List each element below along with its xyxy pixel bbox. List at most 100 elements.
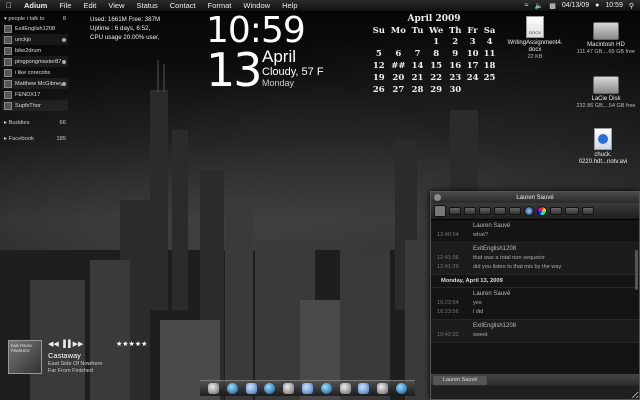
- emoticon-icon[interactable]: [494, 207, 506, 215]
- link-icon[interactable]: [509, 207, 521, 215]
- block-icon[interactable]: [449, 207, 461, 215]
- desktop-drive-macintosh-hd[interactable]: Macintosh HD 111.47 GB,...69 GB free: [575, 22, 637, 55]
- message-input[interactable]: [431, 386, 639, 399]
- finder-icon[interactable]: [207, 383, 219, 394]
- desktop-drive-lacie[interactable]: LaCie Disk 232.86 GB,...54 GB free: [575, 76, 637, 109]
- buddy-row[interactable]: unckjo: [2, 34, 68, 45]
- desktop-file-docx[interactable]: WritingAssignment4.docx 22 KB: [505, 16, 565, 60]
- menu-status[interactable]: Status: [131, 1, 164, 10]
- chat-tab[interactable]: Lauren Sauvé: [433, 376, 488, 385]
- spotlight-icon[interactable]: ⚲: [629, 2, 634, 10]
- message-line: 12:41:06 that was a total non sequetor: [431, 254, 639, 263]
- message-sender: Lauren Sauvé: [473, 223, 511, 229]
- mail-icon[interactable]: [245, 383, 257, 394]
- safari-icon[interactable]: [226, 383, 238, 394]
- menu-contact[interactable]: Contact: [164, 1, 202, 10]
- avatar: [4, 101, 12, 110]
- buddy-group-buddies[interactable]: ▸ Buddies 66: [2, 115, 68, 131]
- buddy-row[interactable]: SupfsThor: [2, 100, 68, 111]
- calendar-header: Su: [372, 26, 385, 36]
- chat-titlebar[interactable]: Lauren Sauvé: [431, 192, 639, 203]
- buddy-groups-collapsed: ▸ Buddies 66 ▸ Facebook 185: [2, 115, 68, 147]
- chat-scrollbar[interactable]: [635, 250, 638, 290]
- calendar-grid: Su Mo Tu We Th Fr Sa 1 2 3 4 5 6 7 8 9 1…: [370, 26, 498, 96]
- buddy-row[interactable]: Matthew McGibney: [2, 78, 68, 89]
- buddy-row[interactable]: ExitEnglish1208: [2, 23, 68, 34]
- user-icon[interactable]: ●: [595, 2, 599, 9]
- web-icon[interactable]: [524, 206, 534, 216]
- group-count: 185: [56, 136, 66, 142]
- itunes-icon[interactable]: [283, 383, 295, 394]
- calendar-day: 9: [452, 49, 459, 59]
- message-text: that was a total non sequetor: [473, 255, 545, 261]
- battery-icon[interactable]: ▩: [549, 2, 556, 10]
- album-art[interactable]: FAR FROM FINISHED: [8, 340, 42, 374]
- adium-icon[interactable]: [264, 383, 276, 394]
- avatar: [4, 46, 12, 55]
- menu-view[interactable]: View: [102, 1, 130, 10]
- calendar-day: 2: [452, 37, 459, 47]
- menu-format[interactable]: Format: [202, 1, 238, 10]
- buddy-row[interactable]: FENDX17: [2, 89, 68, 100]
- file-name: WritingAssignment4. docx: [507, 40, 563, 53]
- clock-date[interactable]: 04/13/09: [562, 2, 589, 9]
- calendar-header: Th: [448, 26, 462, 36]
- message-block: Lauren Sauvé 12:40:54 what?: [431, 220, 639, 243]
- wifi-icon[interactable]: ≈: [525, 2, 529, 9]
- menu-file[interactable]: File: [53, 1, 77, 10]
- message-timestamp: 12:40:54: [437, 232, 459, 238]
- app-icon[interactable]: [339, 383, 351, 394]
- message-line: 10:23:54 yes: [431, 299, 639, 308]
- group-label: Facebook: [8, 136, 34, 142]
- video-icon[interactable]: [582, 207, 594, 215]
- downloads-icon[interactable]: [377, 383, 389, 394]
- dock: [200, 380, 415, 396]
- app-icon[interactable]: [320, 383, 332, 394]
- message-block: ExitEnglish1208 10:42:32 sweet: [431, 320, 639, 343]
- calendar-day: [370, 36, 388, 48]
- system-stats: Used: 1661M Free: 387M Uptime : 6 days, …: [90, 15, 160, 42]
- chat-window-title: Lauren Sauvé: [516, 194, 554, 201]
- menu-bar:  Adium File Edit View Status Contact Fo…: [0, 0, 640, 12]
- calendar-day: 7: [414, 49, 421, 59]
- app-icon[interactable]: [301, 383, 313, 394]
- memory-stat: Used: 1661M Free: 387M: [90, 16, 161, 23]
- menu-window[interactable]: Window: [237, 1, 276, 10]
- desktop-file-avi[interactable]: chuck. 0220.hdt...notv.avi: [568, 128, 638, 166]
- buddy-row[interactable]: bike2drum: [2, 45, 68, 56]
- calendar-day: 19: [372, 73, 385, 83]
- buddy-name: bike2drum: [15, 47, 42, 54]
- message-timestamp: 10:23:54: [437, 300, 459, 306]
- close-icon[interactable]: [434, 194, 441, 201]
- track-artist: East Side Of Nowhere: [48, 361, 103, 367]
- color-picker-icon[interactable]: [537, 206, 547, 216]
- send-file-icon[interactable]: [479, 207, 491, 215]
- calendar-day: 21: [411, 73, 424, 83]
- info-icon[interactable]: [464, 207, 476, 215]
- apple-menu-icon[interactable]: : [0, 1, 18, 10]
- message-text: i did: [473, 309, 484, 315]
- font-icon[interactable]: [550, 207, 562, 215]
- buddy-row[interactable]: pingpongmaster87: [2, 56, 68, 67]
- contact-avatar[interactable]: [434, 205, 446, 217]
- buddy-name: i like corecobs: [15, 69, 51, 76]
- buddy-group-header[interactable]: ▾ people i talk to 8: [2, 15, 68, 23]
- log-icon[interactable]: [565, 207, 579, 215]
- buddy-row[interactable]: i like corecobs: [2, 67, 68, 78]
- message-timestamp: 10:23:56: [437, 309, 459, 315]
- rating-stars[interactable]: ★★★★★: [116, 340, 147, 348]
- trash-icon[interactable]: [396, 383, 408, 394]
- message-timestamp: 12:41:29: [437, 264, 459, 270]
- menu-adium[interactable]: Adium: [18, 1, 53, 10]
- buddy-group-facebook[interactable]: ▸ Facebook 185: [2, 131, 68, 147]
- volume-icon[interactable]: 🔈: [535, 2, 544, 10]
- clock-time[interactable]: 10:59: [605, 2, 623, 9]
- calendar-title: April 2009: [407, 14, 461, 24]
- playback-controls[interactable]: ◀◀ ▐▐ ▶▶: [48, 340, 83, 348]
- menu-edit[interactable]: Edit: [77, 1, 102, 10]
- chat-transcript[interactable]: Lauren Sauvé 12:40:54 what? ExitEnglish1…: [431, 220, 639, 374]
- clock-weekday: Monday: [262, 78, 295, 88]
- status-icon: [62, 81, 66, 86]
- menu-help[interactable]: Help: [276, 1, 303, 10]
- app-icon[interactable]: [358, 383, 370, 394]
